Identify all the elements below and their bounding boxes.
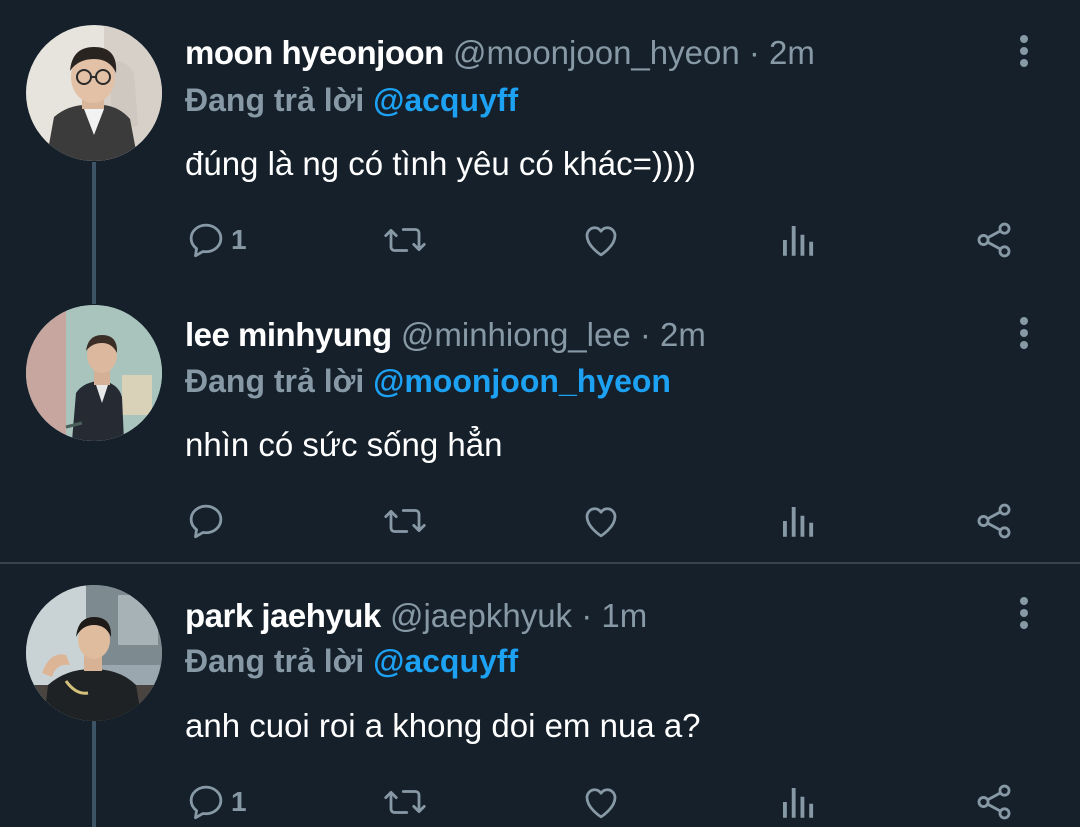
separator: · — [639, 316, 651, 353]
share-button[interactable] — [973, 498, 1015, 544]
tweet-text: anh cuoi roi a khong doi em nua a? — [185, 707, 701, 744]
avatar[interactable] — [26, 25, 162, 161]
reply-button[interactable]: 1 — [185, 779, 247, 825]
user-handle[interactable]: @minhiong_lee — [401, 316, 631, 353]
reply-count: 1 — [231, 224, 247, 255]
replying-to-label: Đang trả lời — [185, 82, 365, 118]
analytics-button[interactable] — [779, 498, 815, 544]
retweet-icon — [384, 509, 426, 533]
reply-icon — [189, 785, 223, 820]
share-icon — [977, 222, 1011, 258]
more-vertical-icon — [1020, 597, 1028, 629]
replying-to-label: Đang trả lời — [185, 363, 365, 399]
more-options-button[interactable] — [1012, 33, 1036, 73]
analytics-icon — [783, 226, 814, 256]
analytics-button[interactable] — [779, 779, 815, 825]
avatar[interactable] — [26, 585, 162, 721]
more-vertical-icon — [1020, 35, 1028, 67]
replying-to: Đang trả lời @acquyff — [185, 80, 518, 120]
more-vertical-icon — [1020, 317, 1028, 349]
separator: · — [748, 34, 760, 71]
analytics-button[interactable] — [779, 217, 815, 263]
more-options-button[interactable] — [1012, 315, 1036, 355]
display-name[interactable]: moon hyeonjoon — [185, 34, 444, 71]
heart-icon — [585, 788, 617, 819]
share-icon — [977, 503, 1011, 539]
tweet-feed: moon hyeonjoon @moonjoon_hyeon · 2m Đang… — [0, 0, 1080, 827]
timestamp[interactable]: 1m — [601, 597, 647, 634]
more-options-button[interactable] — [1012, 595, 1036, 635]
reply-icon — [189, 504, 223, 539]
share-button[interactable] — [973, 779, 1015, 825]
share-button[interactable] — [973, 217, 1015, 263]
separator: · — [581, 597, 593, 634]
mention-link[interactable]: @moonjoon_hyeon — [373, 363, 671, 399]
timestamp[interactable]: 2m — [769, 34, 815, 71]
analytics-icon — [783, 507, 814, 537]
tweet[interactable]: park jaehyuk @jaepkhyuk · 1m Đang trả lờ… — [0, 565, 1080, 827]
mention-link[interactable]: @acquyff — [373, 82, 518, 118]
heart-icon — [585, 507, 617, 538]
timestamp[interactable]: 2m — [660, 316, 706, 353]
replying-to: Đang trả lời @moonjoon_hyeon — [185, 361, 671, 401]
retweet-icon — [384, 228, 426, 252]
like-button[interactable] — [580, 779, 622, 825]
mention-link[interactable]: @acquyff — [373, 643, 518, 679]
avatar-photo — [26, 305, 162, 441]
retweet-button[interactable] — [382, 217, 428, 263]
avatar-photo — [26, 585, 162, 721]
reply-icon — [189, 223, 223, 258]
heart-icon — [585, 226, 617, 257]
replying-to-label: Đang trả lời — [185, 643, 365, 679]
reply-button[interactable] — [185, 498, 231, 544]
retweet-button[interactable] — [382, 498, 428, 544]
user-handle[interactable]: @moonjoon_hyeon — [453, 34, 740, 71]
reply-count: 1 — [231, 786, 247, 817]
replying-to: Đang trả lời @acquyff — [185, 641, 518, 681]
display-name[interactable]: park jaehyuk — [185, 597, 381, 634]
like-button[interactable] — [580, 498, 622, 544]
tweet-divider — [0, 562, 1080, 564]
analytics-icon — [783, 788, 814, 818]
avatar-photo — [26, 25, 162, 161]
tweet-header: lee minhyung @minhiong_lee · 2m — [185, 315, 706, 355]
tweet-header: park jaehyuk @jaepkhyuk · 1m — [185, 596, 647, 636]
reply-button[interactable]: 1 — [185, 217, 247, 263]
retweet-button[interactable] — [382, 779, 428, 825]
user-handle[interactable]: @jaepkhyuk — [390, 597, 572, 634]
tweet-text: đúng là ng có tình yêu có khác=)))) — [185, 145, 696, 182]
tweet-header: moon hyeonjoon @moonjoon_hyeon · 2m — [185, 33, 815, 73]
like-button[interactable] — [580, 217, 622, 263]
tweet[interactable]: moon hyeonjoon @moonjoon_hyeon · 2m Đang… — [0, 0, 1080, 283]
display-name[interactable]: lee minhyung — [185, 316, 392, 353]
tweet-text: nhìn có sức sống hẳn — [185, 426, 503, 463]
tweet[interactable]: lee minhyung @minhiong_lee · 2m Đang trả… — [0, 283, 1080, 563]
avatar[interactable] — [26, 305, 162, 441]
share-icon — [977, 784, 1011, 820]
retweet-icon — [384, 790, 426, 814]
